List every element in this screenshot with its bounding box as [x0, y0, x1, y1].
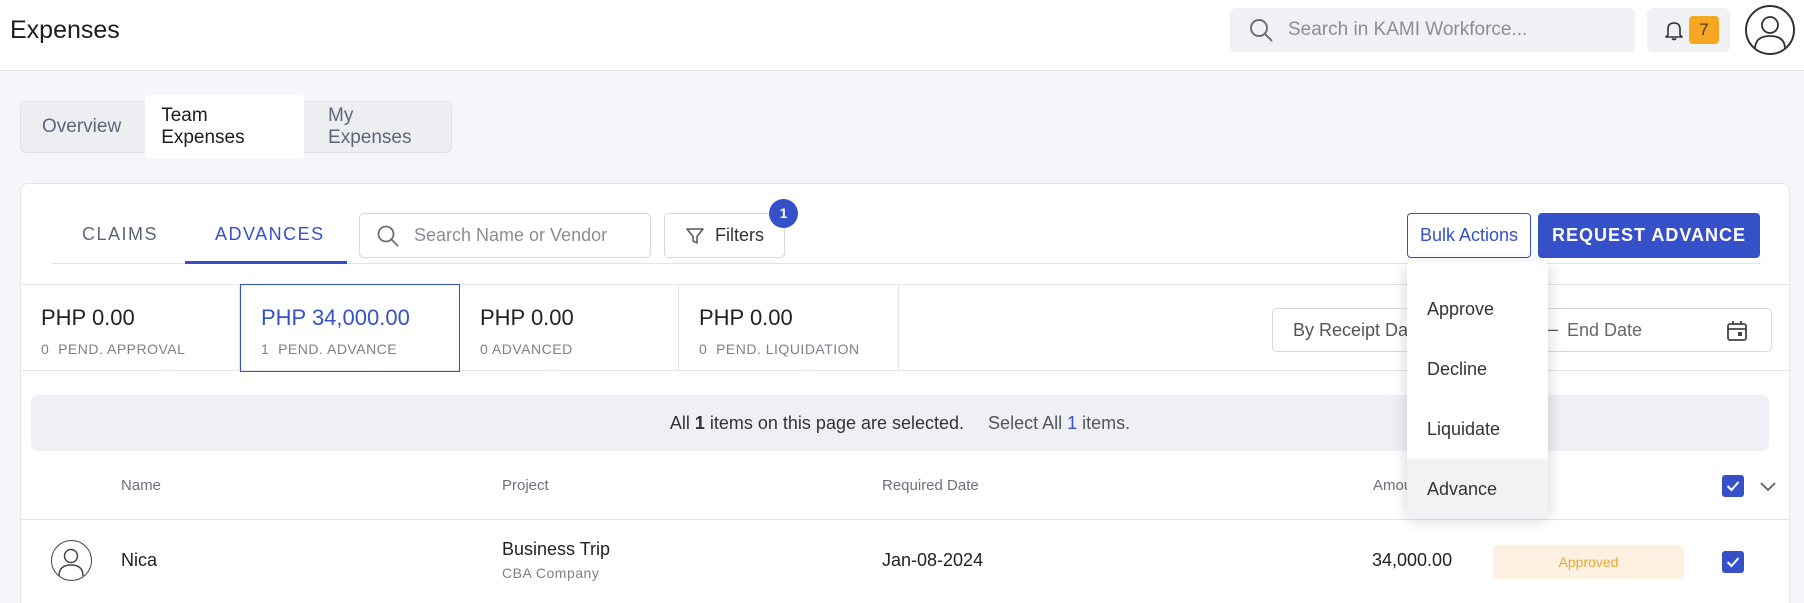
active-subtab-indicator: [185, 261, 347, 264]
stat-amount: PHP 0.00: [480, 305, 574, 330]
stat-pending-liquidation[interactable]: PHP 0.00 0 PEND. LIQUIDATION: [679, 285, 899, 371]
name-vendor-search-input[interactable]: Search Name or Vendor: [359, 213, 651, 258]
check-icon: [1726, 481, 1740, 492]
bulk-actions-menu: Approve Decline Liquidate Advance: [1407, 261, 1548, 519]
filters-button[interactable]: Filters: [664, 213, 785, 258]
row-project: Business Trip: [502, 539, 611, 559]
stat-pending-advance[interactable]: PHP 34,000.00 1 PEND. ADVANCE: [240, 284, 460, 372]
select-all-checkbox[interactable]: [1722, 475, 1744, 497]
global-search-placeholder: Search in KAMI Workforce...: [1288, 19, 1528, 40]
stat-pending-approval[interactable]: PHP 0.00 0 PEND. APPROVAL: [21, 285, 240, 371]
row-checkbox[interactable]: [1722, 551, 1744, 573]
filters-label: Filters: [715, 225, 764, 245]
menu-item-liquidate[interactable]: Liquidate: [1407, 399, 1548, 459]
search-icon: [1250, 19, 1273, 42]
menu-item-decline[interactable]: Decline: [1407, 339, 1548, 399]
page-title: Expenses: [10, 16, 120, 44]
request-advance-button[interactable]: REQUEST ADVANCE: [1538, 213, 1760, 258]
column-header-name: Name: [121, 477, 162, 494]
stat-amount: PHP 34,000.00: [261, 305, 410, 330]
subtab-claims[interactable]: CLAIMS: [82, 224, 158, 245]
bulk-actions-button[interactable]: Bulk Actions: [1407, 213, 1531, 258]
row-avatar: [51, 540, 92, 581]
row-company: CBA Company: [502, 565, 600, 581]
stat-label: 0 PEND. LIQUIDATION: [699, 341, 860, 357]
stat-advanced[interactable]: PHP 0.00 0 ADVANCED: [460, 285, 679, 371]
stat-label: 0 ADVANCED: [480, 341, 573, 357]
date-separator: –: [1548, 319, 1559, 339]
row-name: Nica: [121, 550, 158, 570]
selection-message: All 1 items on this page are selected.: [669, 412, 965, 433]
user-icon: [58, 548, 84, 577]
row-amount: 34,000.00: [1372, 550, 1453, 570]
select-all-link[interactable]: Select All 1 items.: [988, 413, 1130, 434]
calendar-icon[interactable]: [1725, 319, 1749, 343]
column-header-required-date: Required Date: [882, 477, 979, 494]
tab-my-expenses[interactable]: My Expenses: [312, 95, 451, 159]
filter-icon: [686, 227, 704, 244]
status-badge: Approved: [1493, 545, 1684, 579]
tab-overview[interactable]: Overview: [26, 106, 137, 148]
end-date-input[interactable]: End Date: [1567, 320, 1642, 341]
row-required-date: Jan-08-2024: [882, 550, 984, 570]
search-icon: [377, 225, 399, 247]
notifications-button[interactable]: 7: [1647, 8, 1730, 52]
stat-label: 0 PEND. APPROVAL: [41, 341, 186, 357]
global-search-input[interactable]: Search in KAMI Workforce...: [1230, 8, 1635, 52]
date-type-select[interactable]: By Receipt Date: [1293, 320, 1423, 341]
stat-label: 1 PEND. ADVANCE: [261, 341, 398, 357]
top-bar: Expenses Search in KAMI Workforce... 7: [0, 0, 1804, 71]
stat-amount: PHP 0.00: [41, 305, 135, 330]
check-icon: [1726, 557, 1740, 568]
column-header-project: Project: [502, 477, 549, 494]
user-icon: [1754, 16, 1786, 50]
bell-icon: [1665, 22, 1683, 41]
main-tabs: Overview Team Expenses My Expenses: [20, 95, 452, 159]
notification-count-badge: 7: [1689, 16, 1719, 44]
table-header-divider: [21, 519, 1791, 520]
stat-amount: PHP 0.00: [699, 305, 793, 330]
chevron-down-icon[interactable]: [1759, 477, 1777, 495]
subtab-advances[interactable]: ADVANCES: [215, 224, 325, 245]
user-avatar[interactable]: [1745, 5, 1795, 55]
menu-item-advance[interactable]: Advance: [1407, 459, 1548, 519]
filters-count-badge: 1: [769, 199, 798, 228]
tab-team-expenses[interactable]: Team Expenses: [145, 95, 305, 159]
menu-item-approve[interactable]: Approve: [1407, 279, 1548, 339]
name-vendor-search-placeholder: Search Name or Vendor: [414, 225, 608, 245]
